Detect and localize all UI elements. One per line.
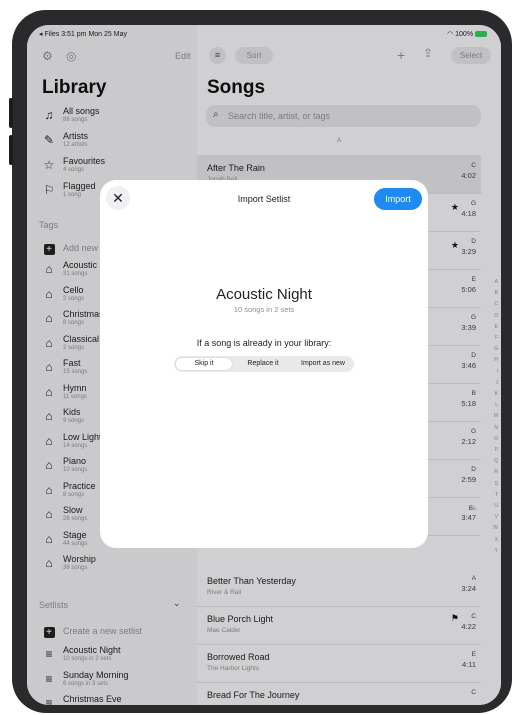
option-import-as-new[interactable]: Import as new — [294, 358, 352, 370]
hardware-button-top — [9, 98, 13, 128]
setlist-name: Acoustic Night — [216, 286, 312, 303]
option-skip-it[interactable]: Skip it — [176, 358, 232, 370]
duplicate-question: If a song is already in your library: — [196, 338, 332, 348]
import-button[interactable]: Import — [374, 188, 422, 210]
import-setlist-modal: ✕ Import Setlist Import Acoustic Night 1… — [100, 180, 428, 548]
setlist-summary: 10 songs in 2 sets — [233, 305, 295, 314]
option-replace-it[interactable]: Replace it — [235, 358, 291, 370]
duplicate-option-segmented-control: Skip it Replace it Import as new — [174, 356, 354, 372]
hardware-button-mid — [9, 135, 13, 165]
